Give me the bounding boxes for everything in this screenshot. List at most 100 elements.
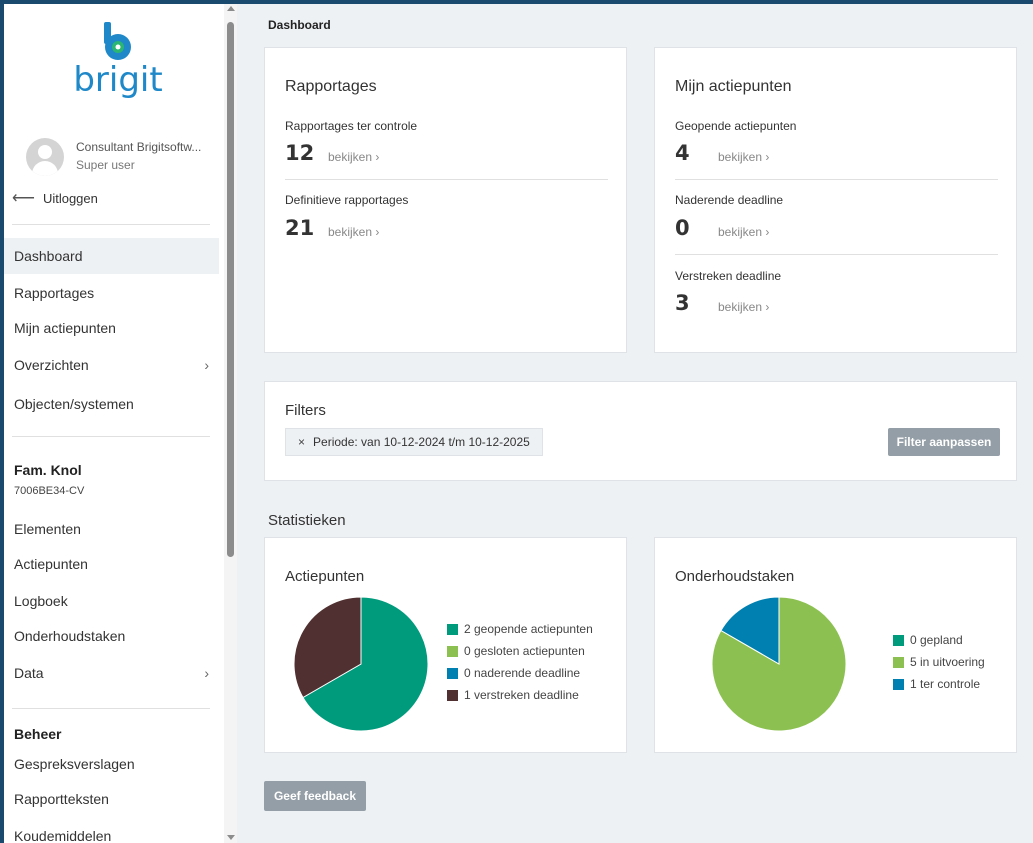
bekijken-link[interactable]: bekijken › [328, 225, 379, 239]
sidebar-item-actiepunten[interactable]: Actiepunten [4, 546, 219, 582]
sidebar-divider [12, 224, 210, 225]
onderhoudstaken-chart-card: Onderhoudstaken 0 gepland 5 in uitvoering… [654, 537, 1017, 753]
sidebar-item-overzichten[interactable]: Overzichten › [4, 347, 219, 383]
app-frame: brigit Consultant Brigitsoftw... Super u… [4, 4, 1033, 843]
legend-swatch [893, 656, 904, 668]
sidebar-item-label: Logboek [14, 593, 68, 609]
sidebar-item-label: Overzichten [14, 357, 89, 373]
metric-value: 21 [285, 216, 315, 240]
legend-item[interactable]: 5 in uitvoering [893, 651, 985, 673]
bekijken-link[interactable]: bekijken › [718, 300, 769, 314]
filters-card: Filters × Periode: van 10-12-2024 t/m 10-… [264, 381, 1017, 481]
card-divider [285, 179, 608, 180]
scrollbar-thumb[interactable] [227, 22, 234, 557]
sidebar-item-rapportteksten[interactable]: Rapportteksten [4, 781, 219, 817]
sidebar-divider [12, 708, 210, 709]
legend-item[interactable]: 0 naderende deadline [447, 662, 593, 684]
period-filter-chip[interactable]: × Periode: van 10-12-2024 t/m 10-12-2025 [285, 428, 543, 456]
bekijken-link[interactable]: bekijken › [718, 150, 769, 164]
chart-title: Onderhoudstaken [675, 568, 795, 585]
actiepunten-chart-card: Actiepunten 2 geopende actiepunten 0 gesl… [264, 537, 627, 753]
card-divider [675, 254, 998, 255]
avatar [26, 138, 64, 176]
brigit-logo-icon [104, 22, 131, 60]
object-title: Fam. Knol [14, 462, 82, 478]
chart-title: Actiepunten [285, 568, 365, 585]
legend-item[interactable]: 0 gepland [893, 629, 985, 651]
legend-swatch [447, 623, 458, 635]
rapportages-card: Rapportages Rapportages ter controle 12 … [264, 47, 627, 353]
legend-label: 0 gepland [910, 633, 963, 647]
user-role: Super user [76, 158, 135, 172]
brigit-logo[interactable]: brigit [68, 22, 168, 102]
sidebar-scrollbar[interactable] [224, 4, 237, 843]
filter-aanpassen-button[interactable]: Filter aanpassen [888, 428, 1000, 456]
sidebar-item-objecten-systemen[interactable]: Objecten/systemen [4, 386, 219, 422]
actiepunten-legend: 2 geopende actiepunten 0 gesloten actiepu… [447, 618, 593, 706]
sidebar-item-label: Actiepunten [14, 556, 88, 572]
sidebar-item-label: Onderhoudstaken [14, 628, 126, 644]
sidebar-item-label: Elementen [14, 521, 81, 537]
feedback-button[interactable]: Geef feedback [264, 781, 366, 811]
arrow-left-icon: ⟵ [12, 190, 35, 207]
chevron-right-icon: › [204, 357, 209, 373]
legend-label: 2 geopende actiepunten [464, 622, 593, 636]
legend-item[interactable]: 1 verstreken deadline [447, 684, 593, 706]
legend-swatch [893, 634, 904, 646]
metric-label: Naderende deadline [675, 193, 784, 207]
legend-swatch [447, 645, 458, 657]
sidebar-item-data[interactable]: Data › [4, 655, 219, 691]
legend-label: 1 verstreken deadline [464, 688, 579, 702]
sidebar-item-dashboard[interactable]: Dashboard [4, 238, 219, 274]
metric-label: Definitieve rapportages [285, 193, 409, 207]
sidebar-item-mijn-actiepunten[interactable]: Mijn actiepunten [4, 310, 219, 346]
legend-swatch [447, 667, 458, 679]
sidebar-item-logboek[interactable]: Logboek [4, 583, 219, 619]
legend-label: 0 naderende deadline [464, 666, 581, 680]
close-icon[interactable]: × [298, 435, 305, 449]
user-name: Consultant Brigitsoftw... [76, 140, 202, 154]
scroll-up-icon[interactable] [227, 6, 235, 11]
scroll-down-icon[interactable] [227, 835, 235, 840]
metric-value: 0 [675, 216, 690, 240]
legend-label: 0 gesloten actiepunten [464, 644, 585, 658]
sidebar-item-label: Data [14, 665, 44, 681]
card-title: Mijn actiepunten [675, 78, 792, 95]
object-code: 7006BE34-CV [14, 485, 85, 497]
legend-item[interactable]: 1 ter controle [893, 673, 985, 695]
sidebar-divider [12, 436, 210, 437]
actiepunten-pie-chart [293, 596, 429, 732]
logout-label: Uitloggen [42, 190, 98, 206]
metric-value: 12 [285, 141, 315, 165]
sidebar-item-gespreksverslagen[interactable]: Gespreksverslagen [4, 746, 219, 782]
onderhoudstaken-legend: 0 gepland 5 in uitvoering 1 ter controle [893, 629, 985, 695]
logout-link[interactable]: ⟵ Uitloggen [12, 188, 98, 208]
legend-item[interactable]: 0 gesloten actiepunten [447, 640, 593, 662]
sidebar-item-onderhoudstaken[interactable]: Onderhoudstaken [4, 618, 219, 654]
legend-swatch [447, 689, 458, 701]
filters-title: Filters [285, 402, 326, 419]
period-filter-label: Periode: van 10-12-2024 t/m 10-12-2025 [313, 435, 530, 449]
logo-text: brigit [73, 60, 163, 100]
legend-label: 1 ter controle [910, 677, 981, 691]
user-profile[interactable]: Consultant Brigitsoftw... Super user [26, 138, 226, 178]
sidebar-item-label: Gespreksverslagen [14, 756, 135, 772]
metric-value: 4 [675, 141, 690, 165]
sidebar: brigit Consultant Brigitsoftw... Super u… [4, 4, 237, 843]
bekijken-link[interactable]: bekijken › [718, 225, 769, 239]
chevron-right-icon: › [204, 665, 209, 681]
metric-value: 3 [675, 291, 690, 315]
legend-swatch [893, 678, 904, 690]
sidebar-item-koudemiddelen[interactable]: Koudemiddelen [4, 818, 219, 843]
statistieken-heading: Statistieken [268, 512, 346, 529]
bekijken-link[interactable]: bekijken › [328, 150, 379, 164]
sidebar-item-label: Dashboard [14, 248, 83, 264]
onderhoudstaken-pie-chart [711, 596, 847, 732]
card-divider [675, 179, 998, 180]
metric-label: Verstreken deadline [675, 269, 782, 283]
sidebar-item-rapportages[interactable]: Rapportages [4, 275, 219, 311]
legend-item[interactable]: 2 geopende actiepunten [447, 618, 593, 640]
beheer-title: Beheer [14, 726, 62, 742]
sidebar-item-elementen[interactable]: Elementen [4, 511, 219, 547]
legend-label: 5 in uitvoering [910, 655, 985, 669]
